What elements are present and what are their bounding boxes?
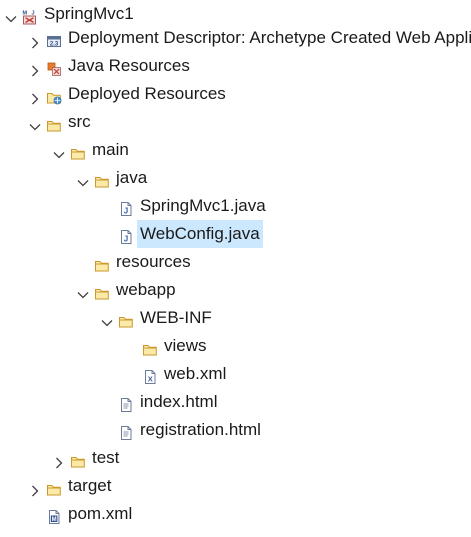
java-resources-icon bbox=[46, 58, 62, 76]
tree-item-index-html[interactable]: index.html bbox=[0, 388, 471, 416]
tree-item-webapp[interactable]: webapp bbox=[0, 276, 471, 304]
folder-icon bbox=[118, 310, 134, 328]
tree-item-web-xml[interactable]: Xweb.xml bbox=[0, 360, 471, 388]
folder-icon bbox=[94, 282, 110, 300]
chevron-right-icon[interactable] bbox=[28, 87, 42, 105]
chevron-right-icon[interactable] bbox=[52, 451, 66, 469]
folder-icon bbox=[94, 170, 110, 188]
tree-item-views[interactable]: views bbox=[0, 332, 471, 360]
tree-item-label: pom.xml bbox=[68, 504, 133, 523]
svg-text:M: M bbox=[52, 517, 57, 523]
svg-text:X: X bbox=[148, 375, 153, 384]
folder-icon bbox=[70, 142, 86, 160]
tree-item-label: webapp bbox=[116, 280, 176, 299]
chevron-down-icon[interactable] bbox=[76, 171, 90, 187]
tree-item-registration-html[interactable]: registration.html bbox=[0, 416, 471, 444]
folder-icon bbox=[46, 478, 62, 496]
tree-item-label: WEB-INF bbox=[140, 308, 212, 327]
tree-item-label: test bbox=[92, 448, 120, 467]
java-file-icon: J bbox=[118, 198, 134, 216]
maven-project-icon: MJ bbox=[22, 6, 38, 25]
maven-pom-icon: M bbox=[46, 506, 62, 524]
tree-item-label: Java Resources bbox=[68, 56, 190, 75]
tree-item-label: web.xml bbox=[164, 364, 227, 383]
svg-text:J: J bbox=[124, 235, 128, 244]
tree-item-label: resources bbox=[116, 252, 191, 271]
tree-item-label: views bbox=[164, 336, 207, 355]
tree-item-label: java bbox=[116, 168, 148, 187]
tree-item-deployment-descriptor-archetype-created-web-application[interactable]: 2.3 Deployment Descriptor: Archetype Crea… bbox=[0, 24, 471, 52]
folder-icon bbox=[46, 114, 62, 132]
deployment-descriptor-icon: 2.3 bbox=[46, 30, 62, 48]
chevron-down-icon[interactable] bbox=[28, 115, 42, 131]
chevron-right-icon[interactable] bbox=[28, 59, 42, 77]
chevron-down-icon[interactable] bbox=[52, 143, 66, 159]
chevron-down-icon[interactable] bbox=[76, 283, 90, 299]
tree-item-label: main bbox=[92, 140, 129, 159]
tree-item-webconfig-java[interactable]: J WebConfig.java bbox=[0, 220, 471, 248]
tree-item-label: WebConfig.java bbox=[137, 220, 263, 248]
folder-icon bbox=[142, 338, 158, 356]
xml-file-icon: X bbox=[142, 366, 158, 384]
tree-item-label: Deployment Descriptor: Archetype Created… bbox=[68, 28, 471, 47]
tree-item-resources[interactable]: resources bbox=[0, 248, 471, 276]
tree-item-label: src bbox=[68, 112, 91, 131]
tree-item-label: registration.html bbox=[140, 420, 261, 439]
tree-item-main[interactable]: main bbox=[0, 136, 471, 164]
chevron-down-icon[interactable] bbox=[100, 311, 114, 327]
folder-icon bbox=[94, 254, 110, 272]
deployed-resources-icon bbox=[46, 86, 62, 105]
folder-icon bbox=[70, 450, 86, 468]
tree-item-java[interactable]: java bbox=[0, 164, 471, 192]
project-explorer-tree: M J SpringMvc1 2.3 Deployment Descriptor: Ar… bbox=[0, 0, 471, 537]
tree-item-target[interactable]: target bbox=[0, 472, 471, 500]
tree-item-springmvc1-java[interactable]: J SpringMvc1.java bbox=[0, 192, 471, 220]
chevron-down-icon[interactable] bbox=[4, 7, 18, 23]
tree-item-deployed-resources[interactable]: Deployed Resources bbox=[0, 80, 471, 108]
java-file-icon: J bbox=[118, 226, 134, 244]
tree-item-web-inf[interactable]: WEB-INF bbox=[0, 304, 471, 332]
tree-item-pom-xml[interactable]: Mpom.xml bbox=[0, 500, 471, 528]
tree-item-label: SpringMvc1.java bbox=[140, 196, 266, 215]
svg-text:2.3: 2.3 bbox=[50, 42, 59, 48]
tree-item-test[interactable]: test bbox=[0, 444, 471, 472]
html-file-icon bbox=[118, 422, 134, 440]
svg-text:J: J bbox=[124, 207, 128, 216]
chevron-right-icon[interactable] bbox=[28, 479, 42, 497]
tree-item-label: index.html bbox=[140, 392, 218, 411]
tree-item-label: Deployed Resources bbox=[68, 84, 226, 103]
html-file-icon bbox=[118, 394, 134, 412]
tree-item-src[interactable]: src bbox=[0, 108, 471, 136]
tree-item-java-resources[interactable]: Java Resources bbox=[0, 52, 471, 80]
chevron-right-icon[interactable] bbox=[28, 31, 42, 49]
tree-item-label: target bbox=[68, 476, 112, 495]
